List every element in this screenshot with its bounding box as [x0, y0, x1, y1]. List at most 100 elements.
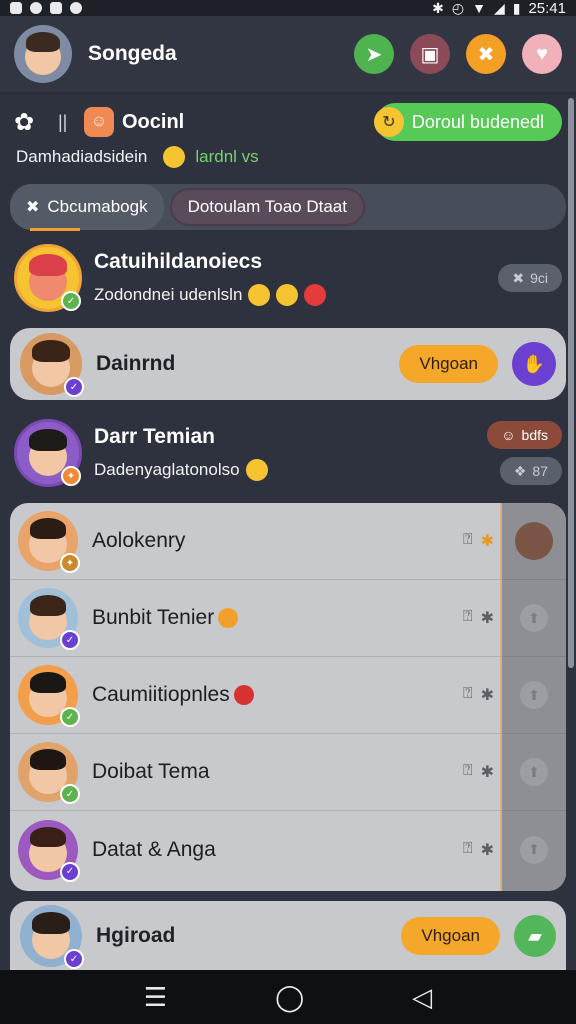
avatar: ✦ [18, 511, 80, 573]
signal-icon: ◢ [493, 0, 505, 16]
open-button[interactable]: ▰ [514, 915, 556, 957]
cat-button[interactable]: ♥ [522, 34, 562, 74]
avatar: ✓ [18, 819, 80, 882]
profile-avatar[interactable] [14, 25, 72, 83]
upload-action[interactable]: ⬆ [502, 811, 566, 888]
tag-top-text: bdfs [521, 427, 548, 443]
list-name: Aolokenry [92, 529, 463, 553]
verified-icon: ✓ [60, 630, 80, 650]
avatar: ✓ [20, 333, 84, 397]
upload-icon: ⬆ [520, 758, 548, 786]
chat-sub-text: Zodondnei udenlsln [94, 285, 243, 304]
status-left-icons [10, 2, 82, 14]
back-icon[interactable]: ◁ [412, 982, 432, 1013]
upload-icon: ⬆ [520, 835, 548, 864]
reaction-button[interactable]: ✋ [512, 342, 556, 386]
app-icon [50, 2, 62, 14]
download-button[interactable]: ↻ Doroul budenedl [373, 103, 562, 141]
list-name: Caumiitiopnles [92, 683, 463, 707]
scrollbar[interactable] [568, 98, 574, 668]
check-icon: ✓ [60, 784, 80, 804]
chat-name: Darr Temian [94, 425, 215, 448]
view-button[interactable]: Vhgoan [401, 917, 500, 955]
list-item[interactable]: ✓ Datat & Anga ⍰ ✱ [10, 811, 502, 888]
swipe-actions: ⬆ ⬆ ⬆ ⬆ [502, 503, 566, 891]
list-icons: ⍰ ✱ [463, 685, 494, 705]
badge-icon: ✦ [60, 553, 80, 573]
tag-bottom: ❖ 87 [499, 457, 562, 485]
cross-icon: ✖ [512, 269, 525, 286]
smile-emoji-icon [245, 459, 268, 481]
lock-icon: ⍰ [462, 762, 473, 779]
lock-icon: ⍰ [462, 839, 473, 857]
chat-card-second[interactable]: ✓ Dainrnd Vhgoan ✋ [10, 328, 566, 400]
list-item[interactable]: ✓ Bunbit Tenier ⍰ ✱ [10, 580, 502, 657]
emoji-icon [163, 146, 186, 168]
list-icons: ⍰ ✱ [463, 762, 494, 782]
tab-secondary-label: Dotoulam Toao Dtaat [187, 197, 347, 216]
gear-icon: ✱ [480, 610, 494, 627]
upload-action[interactable]: ⬆ [502, 734, 566, 811]
system-nav-bar: ☰ ◯ ◁ [0, 970, 576, 1024]
avatar: ✦ [14, 419, 82, 487]
emoji-icon [218, 608, 239, 628]
upload-icon: ⬆ [520, 681, 548, 709]
app-icon [30, 2, 42, 14]
check-icon: ✓ [60, 707, 80, 727]
separator-icon: || [58, 111, 68, 132]
tags: ☺ bdfs ❖ 87 [487, 421, 562, 485]
paper-plane-icon: ➤ [365, 43, 383, 66]
avatar: ✓ [14, 244, 82, 312]
tab-primary-label: Cbcumabogk [47, 197, 148, 216]
upload-icon: ⬆ [520, 604, 548, 632]
smile-icon: ☺ [84, 107, 114, 137]
chat-row-third[interactable]: ✦ Darr Temian Dadenyaglatonolso ☺ bdfs ❖… [0, 410, 576, 496]
tab-underline [30, 228, 80, 231]
list-item[interactable]: ✓ Caumiitiopnles ⍰ ✱ [10, 657, 502, 734]
folder-icon: ▰ [528, 925, 542, 946]
list-item[interactable]: ✦ Aolokenry ⍰ ✱ [10, 503, 502, 580]
chat-card-bottom[interactable]: ✓ Hgiroad Vhgoan ▰ [10, 901, 566, 971]
bluetooth-icon: ✱ [432, 0, 444, 16]
list-name-text: Bunbit Tenier [92, 606, 215, 629]
chat-sub-text: Dadenyaglatonolso [94, 460, 240, 479]
tag-bottom-text: 87 [532, 463, 548, 479]
alarm-icon: ◴ [451, 0, 465, 16]
chat-row-top[interactable]: ✓ Catuihildanoiecs Zodondnei udenlsln ✖ … [0, 238, 576, 318]
list-name-text: Datat & Anga [92, 837, 216, 861]
upload-action[interactable]: ⬆ [502, 657, 566, 734]
smile-emoji-icon [248, 284, 271, 306]
star-icon: ✱ [480, 533, 494, 550]
upload-action[interactable]: ⬆ [502, 580, 566, 657]
sub-row: Damhadiadsidein lardnl vs [16, 142, 259, 172]
send-button[interactable]: ➤ [354, 34, 394, 74]
tab-primary[interactable]: ✖ Cbcumabogk [10, 184, 164, 230]
tab-secondary[interactable]: Dotoulam Toao Dtaat [169, 188, 365, 226]
home-icon[interactable]: ◯ [275, 982, 304, 1013]
avatar: ✓ [20, 905, 84, 969]
list-name: Datat & Anga [92, 838, 463, 862]
top-bar: Songeda ➤ ▣ ✖ ♥ [0, 16, 576, 92]
tools-button[interactable]: ✖ [466, 34, 506, 74]
fox-icon: ✦ [61, 466, 81, 486]
lock-icon: ⍰ [462, 608, 473, 625]
status-bar: ✱ ◴ ▼ ◢ ▮ 25:41 [0, 0, 576, 17]
list-name-text: Caumiitiopnles [92, 683, 230, 706]
leaf-icon: ❖ [513, 462, 527, 479]
status-pill: ✖ 9ci [498, 264, 562, 292]
check-icon: ✓ [61, 291, 81, 311]
smile-icon: ☺ [501, 427, 516, 443]
list-name-text: Aolokenry [92, 529, 186, 552]
settings-icon[interactable]: ✿ [14, 108, 44, 137]
chat-sub: Zodondnei udenlsln [94, 284, 498, 306]
chat-sub: Dadenyaglatonolso [94, 459, 487, 481]
list-item[interactable]: ✓ Doibat Tema ⍰ ✱ [10, 734, 502, 811]
clock-time: 25:41 [528, 0, 566, 17]
status-right-icons: ✱ ◴ ▼ ◢ ▮ 25:41 [432, 0, 566, 17]
avatar: ✓ [18, 665, 80, 727]
view-button[interactable]: Vhgoan [399, 345, 498, 383]
gallery-button[interactable]: ▣ [410, 34, 450, 74]
side-avatar-cell[interactable] [502, 503, 566, 580]
recents-icon[interactable]: ☰ [144, 982, 167, 1013]
heart-emoji-icon [304, 284, 327, 306]
